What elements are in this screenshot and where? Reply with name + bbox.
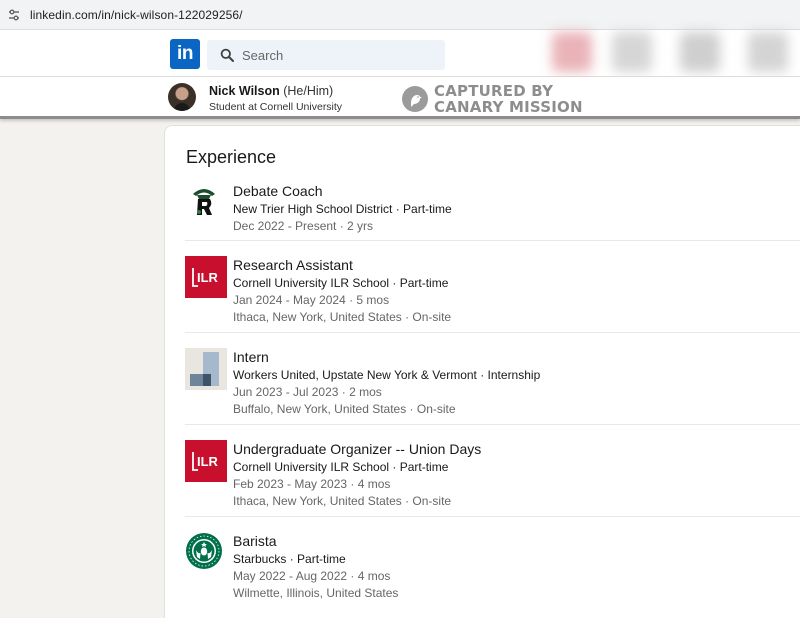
experience-title[interactable]: Intern bbox=[233, 348, 540, 366]
profile-name: Nick Wilson bbox=[209, 84, 280, 98]
search-bar[interactable] bbox=[207, 40, 445, 70]
profile-headline: Student at Cornell University bbox=[209, 101, 343, 113]
nav-item-blurred[interactable] bbox=[748, 32, 788, 72]
watermark-line-2: CANARY MISSION bbox=[434, 98, 583, 116]
canary-bird-icon bbox=[402, 86, 428, 112]
experience-location: Wilmette, Illinois, United States bbox=[233, 586, 399, 600]
experience-heading: Experience bbox=[186, 147, 277, 167]
experience-item-text: Research Assistant Cornell University IL… bbox=[233, 256, 451, 326]
experience-location: Ithaca, New York, United States · On-sit… bbox=[233, 494, 452, 508]
divider bbox=[185, 332, 800, 333]
experience-company: Starbucks · Part-time bbox=[233, 552, 346, 566]
experience-location: Ithaca, New York, United States · On-sit… bbox=[233, 310, 452, 324]
search-input[interactable] bbox=[242, 47, 422, 63]
divider bbox=[185, 516, 800, 517]
ilr-logo-text: ILR bbox=[197, 270, 219, 285]
nav-item-blurred[interactable] bbox=[612, 32, 652, 72]
divider bbox=[185, 424, 800, 425]
experience-item-text: Undergraduate Organizer -- Union Days Co… bbox=[233, 440, 481, 510]
nav-item-blurred[interactable] bbox=[680, 32, 720, 72]
experience-card: Experience Debate Coach New Trier High S… bbox=[164, 125, 800, 618]
experience-company: Cornell University ILR School · Part-tim… bbox=[233, 460, 449, 474]
starbucks-logo-icon[interactable] bbox=[185, 532, 227, 574]
experience-title[interactable]: Debate Coach bbox=[233, 182, 452, 200]
linkedin-logo[interactable]: in bbox=[170, 39, 200, 69]
url-text[interactable]: linkedin.com/in/nick-wilson-122029256/ bbox=[30, 8, 243, 22]
browser-address-bar[interactable]: linkedin.com/in/nick-wilson-122029256/ bbox=[0, 0, 800, 30]
experience-dates: May 2022 - Aug 2022 · 4 mos bbox=[233, 569, 391, 583]
experience-company: Workers United, Upstate New York & Vermo… bbox=[233, 368, 541, 382]
canary-mission-watermark: CAPTURED BY CANARY MISSION bbox=[402, 83, 583, 115]
experience-item-text: Debate Coach New Trier High School Distr… bbox=[233, 182, 452, 235]
divider bbox=[185, 240, 800, 241]
experience-item-text: Intern Workers United, Upstate New York … bbox=[233, 348, 540, 418]
profile-sticky-header: Nick Wilson (He/Him) Student at Cornell … bbox=[0, 77, 800, 119]
site-settings-icon[interactable] bbox=[7, 8, 21, 22]
search-icon bbox=[220, 48, 234, 62]
new-trier-logo-icon[interactable] bbox=[185, 182, 227, 224]
ilr-logo-icon[interactable]: ILR bbox=[185, 256, 227, 298]
nav-item-blurred[interactable] bbox=[552, 32, 592, 72]
ilr-logo-icon[interactable]: ILR bbox=[185, 440, 227, 482]
company-placeholder-logo-icon[interactable] bbox=[185, 348, 227, 390]
linkedin-global-nav: in bbox=[0, 30, 800, 77]
experience-company: New Trier High School District · Part-ti… bbox=[233, 202, 452, 216]
experience-item-text: Barista Starbucks · Part-time May 2022 -… bbox=[233, 532, 398, 602]
experience-dates: Jan 2024 - May 2024 · 5 mos bbox=[233, 293, 390, 307]
experience-title[interactable]: Research Assistant bbox=[233, 256, 451, 274]
profile-pronouns: (He/Him) bbox=[283, 84, 334, 98]
experience-dates: Jun 2023 - Jul 2023 · 2 mos bbox=[233, 385, 382, 399]
experience-company: Cornell University ILR School · Part-tim… bbox=[233, 276, 449, 290]
experience-title[interactable]: Barista bbox=[233, 532, 398, 550]
ilr-logo-text: ILR bbox=[197, 454, 219, 469]
profile-name-line: Nick Wilson (He/Him) bbox=[209, 84, 333, 98]
experience-dates: Feb 2023 - May 2023 · 4 mos bbox=[233, 477, 391, 491]
experience-title[interactable]: Undergraduate Organizer -- Union Days bbox=[233, 440, 481, 458]
avatar[interactable] bbox=[168, 83, 196, 111]
experience-dates: Dec 2022 - Present · 2 yrs bbox=[233, 219, 374, 233]
experience-location: Buffalo, New York, United States · On-si… bbox=[233, 402, 456, 416]
watermark-line-1: CAPTURED BY bbox=[434, 82, 554, 100]
